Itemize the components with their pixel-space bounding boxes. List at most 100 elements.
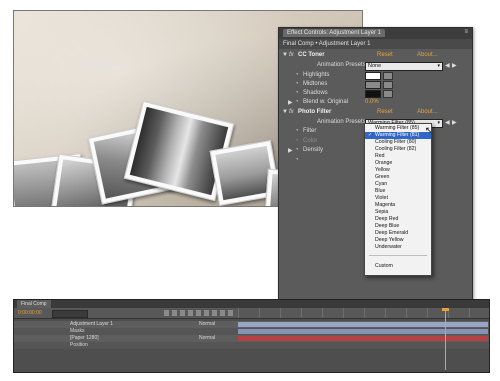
layer-name[interactable]: Adjustment Layer 1 xyxy=(70,321,113,328)
checkmark-icon: ✓ xyxy=(368,132,373,138)
eyedropper-icon[interactable] xyxy=(383,90,393,98)
fx-icon[interactable]: fx xyxy=(289,109,294,115)
work-area-end-marker[interactable] xyxy=(442,308,449,311)
animation-presets-label: Animation Presets: xyxy=(317,62,368,68)
panel-tab-bar: Effect Controls: Adjustment Layer 1 ≡ xyxy=(279,28,472,39)
next-preset-icon[interactable]: ▶ xyxy=(452,119,457,126)
timeline-tab-bar: Final Comp xyxy=(14,300,489,308)
menu-item-label: Warming Filter (81) xyxy=(375,132,420,138)
effect-cc-toner[interactable]: ▼ fx CC Toner Reset About... xyxy=(279,51,472,61)
color-label: Color xyxy=(303,138,318,144)
filter-dropdown-field[interactable] xyxy=(364,124,430,132)
stopwatch-icon[interactable]: ◔ xyxy=(295,157,299,163)
fx-icon[interactable]: fx xyxy=(289,52,294,58)
reset-link[interactable]: Reset xyxy=(377,109,393,115)
layer-name[interactable]: [Paper 1280] xyxy=(70,335,99,342)
menu-item[interactable]: Deep Blue xyxy=(365,223,431,230)
blend-mode-dropdown[interactable]: Normal xyxy=(199,321,215,328)
density-label: Density xyxy=(303,147,324,153)
about-link[interactable]: About... xyxy=(417,109,438,115)
menu-divider xyxy=(369,255,427,256)
blend-value[interactable]: 0.0% xyxy=(365,99,379,105)
eyedropper-icon[interactable] xyxy=(383,72,393,80)
playhead[interactable] xyxy=(445,308,446,370)
effect-name: CC Toner xyxy=(298,52,325,58)
highlights-color-swatch[interactable] xyxy=(365,72,381,80)
menu-item[interactable]: Red xyxy=(365,153,431,160)
prev-preset-icon[interactable]: ◀ xyxy=(445,119,450,126)
menu-item[interactable]: Violet xyxy=(365,195,431,202)
menu-item[interactable]: Magenta xyxy=(365,202,431,209)
reset-link[interactable]: Reset xyxy=(377,52,393,58)
midtones-label: Midtones xyxy=(303,81,328,87)
animation-presets-label: Animation Presets: xyxy=(317,119,368,125)
time-ruler[interactable] xyxy=(238,308,488,318)
next-preset-icon[interactable]: ▶ xyxy=(452,62,457,69)
menu-item-selected[interactable]: ✓ Warming Filter (81) xyxy=(365,132,431,139)
menu-item[interactable]: Custom xyxy=(365,263,431,270)
tab-effect-controls[interactable]: Effect Controls: Adjustment Layer 1 xyxy=(283,29,385,37)
blend-mode-dropdown[interactable]: Normal xyxy=(199,335,215,342)
chevron-down-icon: ▾ xyxy=(437,120,440,126)
midtones-color-swatch[interactable] xyxy=(365,81,381,89)
layer-row[interactable]: Masks xyxy=(14,328,489,335)
menu-item[interactable]: Underwater xyxy=(365,244,431,251)
shadows-label: Shadows xyxy=(303,90,328,96)
effect-name: Photo Filter xyxy=(298,109,332,115)
layer-track-bar[interactable] xyxy=(238,329,488,334)
menu-item[interactable]: Cooling Filter (82) xyxy=(365,146,431,153)
stopwatch-icon[interactable]: ◔ xyxy=(295,138,299,144)
blend-label: Blend w. Original xyxy=(303,99,349,105)
mouse-cursor-icon: ↖ xyxy=(425,125,433,135)
highlights-label: Highlights xyxy=(303,72,330,78)
stopwatch-icon[interactable]: ◔ xyxy=(295,90,299,96)
menu-item[interactable]: Deep Yellow xyxy=(365,237,431,244)
about-link[interactable]: About... xyxy=(417,52,438,58)
shadows-color-swatch[interactable] xyxy=(365,90,381,98)
dropdown-value: None xyxy=(368,63,382,69)
layer-property[interactable]: Masks xyxy=(70,328,84,335)
menu-item[interactable]: Cyan xyxy=(365,181,431,188)
layer-property[interactable]: Position xyxy=(70,342,88,349)
animation-presets-dropdown[interactable]: None ▾ xyxy=(365,62,443,71)
menu-item[interactable]: Blue xyxy=(365,188,431,195)
filter-dropdown-menu[interactable]: Warming Filter (85) ✓ Warming Filter (81… xyxy=(364,123,432,276)
stopwatch-icon[interactable]: ◔ xyxy=(295,99,299,105)
prev-preset-icon[interactable]: ◀ xyxy=(445,62,450,69)
stopwatch-icon[interactable]: ◔ xyxy=(295,147,299,153)
stopwatch-icon[interactable]: ◔ xyxy=(295,128,299,134)
panel-menu-icon[interactable]: ≡ xyxy=(464,29,468,35)
menu-item[interactable]: Yellow xyxy=(365,167,431,174)
blend-row: ▶ ◔ Blend w. Original 0.0% xyxy=(279,98,472,108)
stopwatch-icon[interactable]: ◔ xyxy=(295,72,299,78)
breadcrumb: Final Comp • Adjustment Layer 1 xyxy=(283,41,371,47)
timeline-panel: Final Comp 0:00:00:00 Adjustment Layer 1… xyxy=(13,299,490,373)
menu-item[interactable]: Deep Emerald xyxy=(365,230,431,237)
stopwatch-icon[interactable]: ◔ xyxy=(295,81,299,87)
toolbar-switches[interactable] xyxy=(164,310,234,316)
tab-final-comp[interactable]: Final Comp xyxy=(17,300,51,308)
chevron-down-icon: ▾ xyxy=(437,63,440,69)
timecode-display[interactable]: 0:00:00:00 xyxy=(18,310,42,316)
layer-row[interactable]: [Paper 1280] Normal xyxy=(14,335,489,342)
eyedropper-icon[interactable] xyxy=(383,81,393,89)
animation-presets-row: Animation Presets: None ▾ ◀ ▶ xyxy=(279,61,472,71)
collapse-triangle-icon[interactable]: ▼ xyxy=(282,109,288,115)
effect-photo-filter[interactable]: ▼ fx Photo Filter Reset About... xyxy=(279,108,472,118)
layer-track-bar[interactable] xyxy=(238,322,488,327)
collapse-triangle-icon[interactable]: ▼ xyxy=(282,52,288,58)
search-input[interactable] xyxy=(52,310,88,318)
menu-item[interactable]: Orange xyxy=(365,160,431,167)
layer-track-bar[interactable] xyxy=(238,336,488,341)
expand-triangle-icon[interactable]: ▶ xyxy=(288,99,293,106)
timeline-toolbar: 0:00:00:00 xyxy=(14,308,489,319)
menu-item[interactable]: Deep Red xyxy=(365,216,431,223)
layer-row[interactable]: Position xyxy=(14,342,489,349)
breadcrumb-bar: Final Comp • Adjustment Layer 1 xyxy=(279,39,472,49)
layer-row[interactable]: Adjustment Layer 1 Normal xyxy=(14,321,489,328)
menu-item[interactable]: Cooling Filter (80) xyxy=(365,139,431,146)
expand-triangle-icon[interactable]: ▶ xyxy=(288,147,293,154)
menu-item[interactable]: Green xyxy=(365,174,431,181)
filter-label: Filter xyxy=(303,128,317,134)
menu-item[interactable]: Sepia xyxy=(365,209,431,216)
